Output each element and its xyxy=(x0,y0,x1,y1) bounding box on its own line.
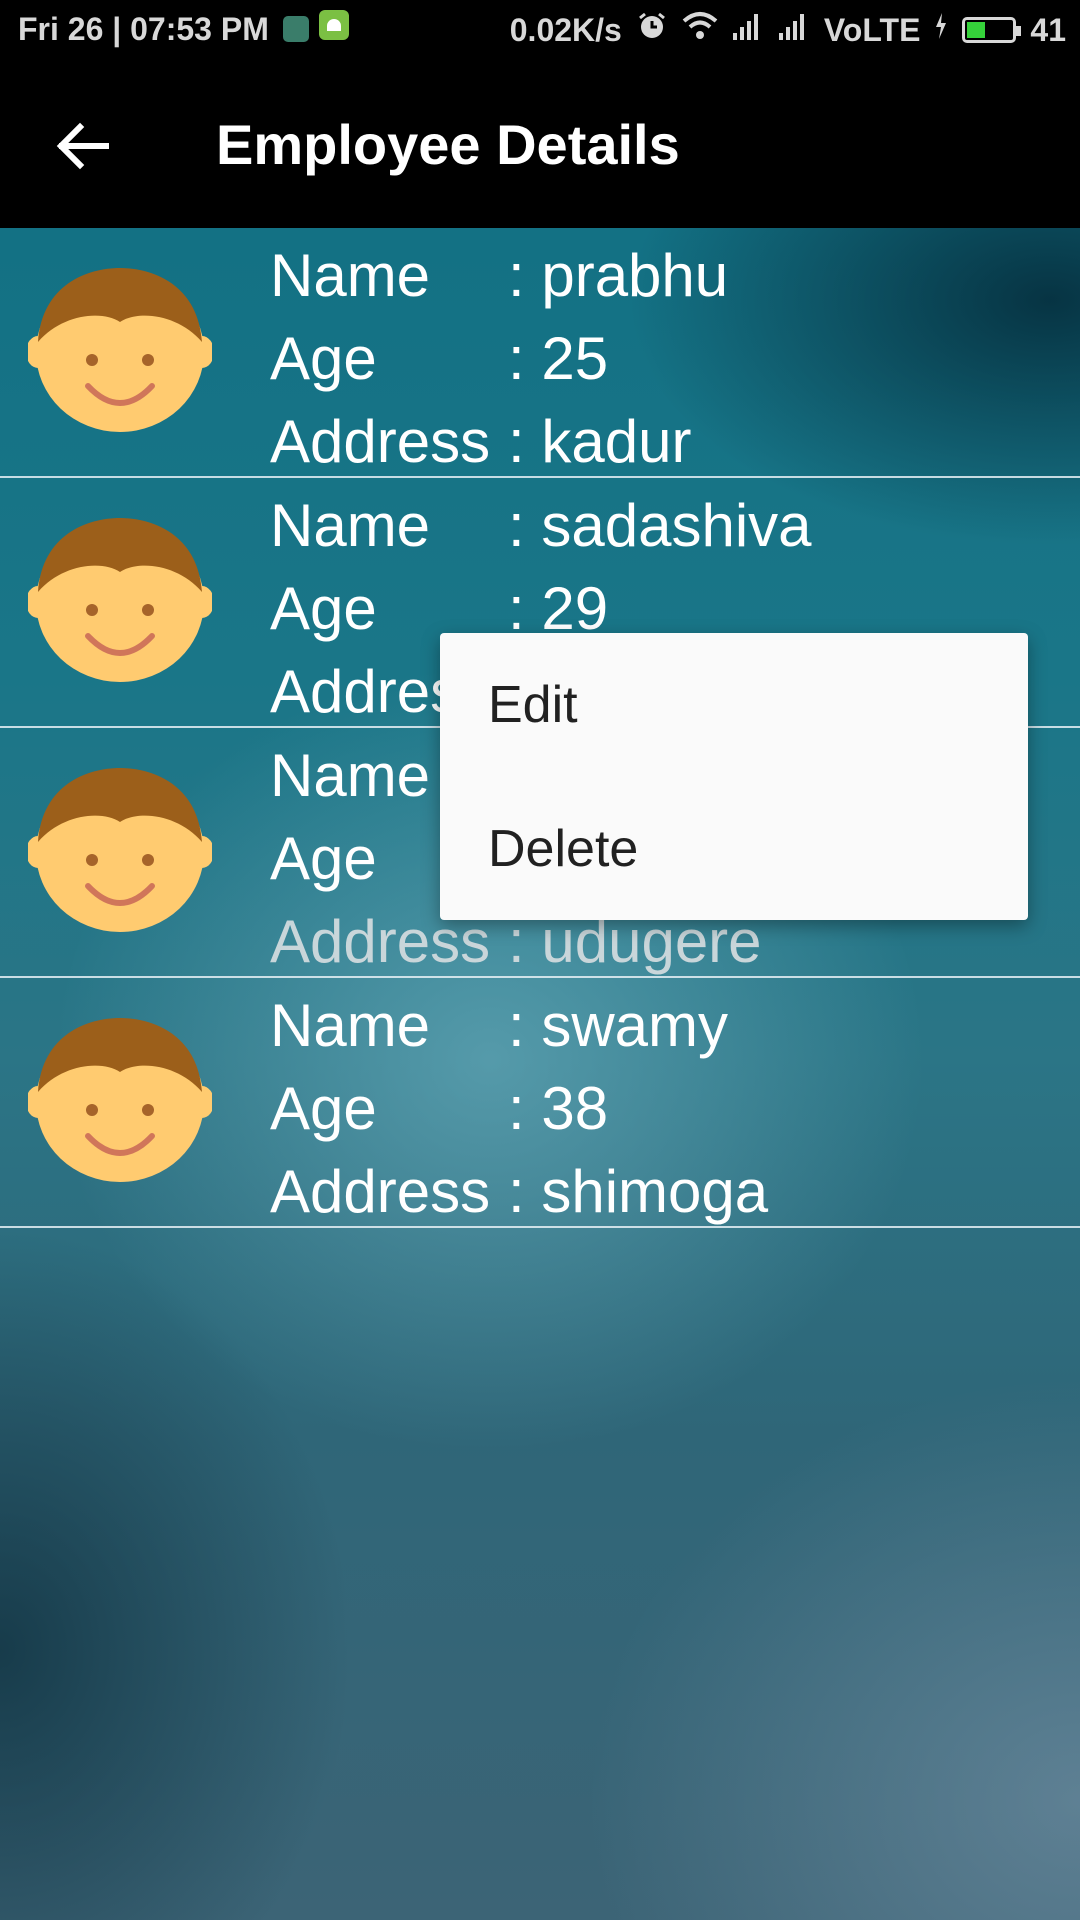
charging-icon xyxy=(934,11,948,49)
address-value: : kadur xyxy=(508,408,692,475)
status-bar: Fri 26 | 07:53 PM 0.02K/s VoLTE 41 xyxy=(0,0,1080,60)
address-line: Address : kadur xyxy=(270,400,728,483)
name-label: Name xyxy=(270,492,431,559)
battery-level: 41 xyxy=(1030,11,1066,48)
alarm-icon xyxy=(636,10,668,50)
employee-info: Name : prabhu Age : 25 Address : kadur xyxy=(270,234,728,483)
name-label: Name xyxy=(270,992,431,1059)
menu-item-delete[interactable]: Delete xyxy=(440,777,1028,920)
avatar-icon xyxy=(28,1018,212,1182)
address-value: : shimoga xyxy=(508,1158,769,1225)
address-line: Address : shimoga xyxy=(270,1150,768,1233)
status-datetime: Fri 26 | 07:53 PM xyxy=(18,10,269,47)
address-label: Address xyxy=(270,1158,491,1225)
name-value: : prabhu xyxy=(508,242,729,309)
signal-icon xyxy=(732,11,764,49)
android-icon xyxy=(318,10,349,48)
address-label: Address xyxy=(270,408,491,475)
employee-row[interactable]: Name : swamy Age : 38 Address : shimoga xyxy=(0,978,1080,1228)
name-line: Name : swamy xyxy=(270,984,768,1067)
age-value: : 29 xyxy=(508,575,609,642)
battery-icon xyxy=(962,17,1022,43)
age-value: : 25 xyxy=(508,325,609,392)
arrow-back-icon xyxy=(56,122,109,170)
age-line: Age : 25 xyxy=(270,317,728,400)
status-right: 0.02K/s VoLTE 41 xyxy=(496,10,1066,50)
name-line: Name : sadashiva xyxy=(270,484,812,567)
net-speed: 0.02K/s xyxy=(509,11,622,48)
age-line: Age : 38 xyxy=(270,1067,768,1150)
battery-fill xyxy=(967,22,986,38)
name-line: Name : prabhu xyxy=(270,234,728,317)
status-left: Fri 26 | 07:53 PM xyxy=(18,10,349,48)
avatar-icon xyxy=(28,518,212,682)
network-type-label: VoLTE xyxy=(823,11,921,48)
avatar-icon xyxy=(28,768,212,932)
notification-app-icon xyxy=(282,16,309,42)
app-bar: Employee Details xyxy=(0,60,1080,228)
avatar-icon xyxy=(28,268,212,432)
context-menu: Edit Delete xyxy=(440,633,1028,920)
employee-row[interactable]: Name : prabhu Age : 25 Address : kadur xyxy=(0,228,1080,478)
age-value: : 38 xyxy=(508,1075,609,1142)
name-value: : sadashiva xyxy=(508,492,812,559)
page-title: Employee Details xyxy=(216,113,680,176)
age-label: Age xyxy=(270,325,377,392)
signal-icon xyxy=(778,11,810,49)
age-label: Age xyxy=(270,1075,377,1142)
employee-info: Name : swamy Age : 38 Address : shimoga xyxy=(270,984,768,1233)
menu-item-edit[interactable]: Edit xyxy=(440,633,1028,776)
wifi-icon xyxy=(682,11,718,49)
back-button[interactable] xyxy=(48,110,120,182)
name-label: Name xyxy=(270,242,431,309)
name-value: : swamy xyxy=(508,992,729,1059)
